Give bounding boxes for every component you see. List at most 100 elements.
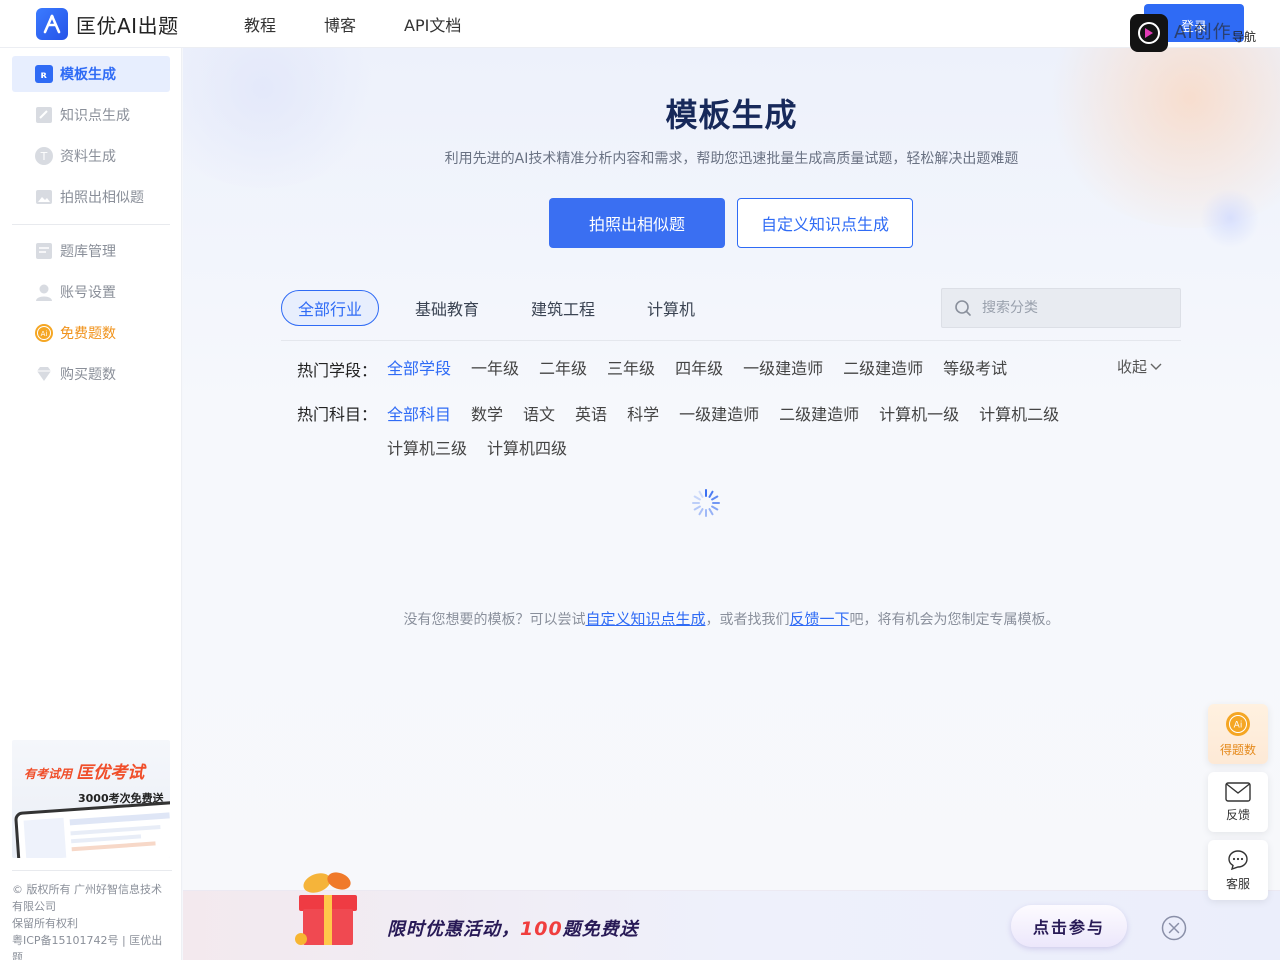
sidebar-item-question-bank[interactable]: 题库管理 (12, 233, 170, 269)
category-search[interactable] (941, 288, 1181, 328)
sidebar-item-label: 知识点生成 (60, 108, 130, 124)
rights-text: 保留所有权利 (12, 917, 78, 930)
copyright-text: © 版权所有 广州好智信息技术有限公司 (12, 883, 162, 913)
chat-icon (1228, 849, 1248, 870)
brand-name: 匡优AI出题 (76, 13, 179, 38)
stage-option[interactable]: 四年级 (675, 356, 723, 382)
mail-icon (1225, 781, 1251, 802)
close-icon[interactable] (1161, 915, 1187, 941)
subject-option[interactable]: 二级建造师 (779, 402, 859, 428)
subject-option[interactable]: 数学 (471, 402, 503, 428)
sidebar-item-label: 购买题数 (60, 367, 116, 383)
promo-text: 限时优惠活动，100题免费送 (387, 918, 639, 940)
exam-promo-card[interactable]: 有考试用 匡优考试 3000考次免费送 (12, 740, 170, 858)
subject-option[interactable]: 语文 (523, 402, 555, 428)
stage-option[interactable]: 全部学段 (387, 356, 451, 382)
sidebar-item-label: 免费题数 (60, 326, 116, 342)
main-content: 模板生成 利用先进的AI技术精准分析内容和需求，帮助您迅速批量生成高质量试题，轻… (183, 48, 1280, 960)
subject-options: 全部科目 数学 语文 英语 科学 一级建造师 二级建造师 计算机一级 计算机二级… (387, 402, 1087, 462)
user-icon (36, 284, 52, 301)
sidebar-item-knowledge[interactable]: 知识点生成 (12, 97, 170, 133)
sidebar: ʀ 模板生成 知识点生成 T 资料生成 拍照出相似题 题库管理 账号设置 Ai … (0, 48, 182, 960)
photo-similar-button[interactable]: 拍照出相似题 (549, 198, 725, 248)
subject-option[interactable]: 英语 (575, 402, 607, 428)
top-nav: 教程 博客 API文档 (244, 0, 461, 48)
tab-construction[interactable]: 建筑工程 (515, 290, 611, 326)
background-glow (1200, 188, 1260, 248)
filter-divider (281, 340, 1181, 341)
gift-box-icon (295, 872, 357, 945)
question-bank-icon (36, 243, 52, 259)
subject-filter-label: 热门科目： (297, 405, 378, 424)
sidebar-item-buy-quota[interactable]: 购买题数 (12, 356, 170, 392)
float-label: 客服 (1225, 876, 1250, 891)
svg-text:Ai: Ai (1234, 720, 1243, 730)
template-icon: ʀ (35, 65, 53, 83)
stage-filter: 热门学段： 全部学段 一年级 二年级 三年级 四年级 一级建造师 二级建造师 等… (297, 356, 1087, 382)
float-label: 得题数 (1219, 742, 1256, 757)
no-template-note: 没有您想要的模板？可以尝试自定义知识点生成，或者找我们反馈一下吧，将有机会为您制… (403, 610, 1060, 628)
page-title: 模板生成 (665, 96, 798, 134)
stage-option[interactable]: 一年级 (471, 356, 519, 382)
logo-icon (36, 8, 68, 40)
stage-options: 全部学段 一年级 二年级 三年级 四年级 一级建造师 二级建造师 等级考试 (387, 356, 1087, 382)
stage-option[interactable]: 一级建造师 (743, 356, 823, 382)
subject-option[interactable]: 计算机一级 (879, 402, 959, 428)
subject-filter: 热门科目： 全部科目 数学 语文 英语 科学 一级建造师 二级建造师 计算机一级… (297, 402, 1087, 462)
nav-api-docs[interactable]: API文档 (404, 12, 461, 36)
watermark-subtext: 导航 (1232, 30, 1257, 44)
nav-tutorial[interactable]: 教程 (244, 12, 276, 36)
sidebar-item-material[interactable]: T 资料生成 (12, 138, 170, 174)
subject-option[interactable]: 全部科目 (387, 402, 451, 428)
subject-option[interactable]: 计算机三级 (387, 436, 467, 462)
subject-option[interactable]: 一级建造师 (679, 402, 759, 428)
search-input[interactable] (982, 300, 1162, 316)
custom-knowledge-link[interactable]: 自定义知识点生成 (585, 610, 705, 628)
laptop-image (13, 799, 170, 858)
custom-knowledge-button[interactable]: 自定义知识点生成 (737, 198, 913, 248)
ai-coin-icon: Ai (1226, 711, 1250, 736)
icp-text[interactable]: 粤ICP备15101742号 | 匡优出题 (12, 932, 172, 960)
ai-coin-icon: Ai (35, 324, 53, 342)
sidebar-item-label: 账号设置 (60, 285, 116, 301)
sidebar-item-template[interactable]: ʀ 模板生成 (12, 56, 170, 92)
material-icon: T (35, 147, 53, 165)
top-bar: 匡优AI出题 教程 博客 API文档 登录 AI创作 导航 (0, 0, 1280, 52)
feedback-float-button[interactable]: 反馈 (1208, 772, 1268, 832)
sidebar-item-label: 题库管理 (60, 244, 116, 260)
subject-option[interactable]: 计算机四级 (487, 436, 567, 462)
sidebar-item-label: 拍照出相似题 (60, 190, 144, 206)
page-subtitle: 利用先进的AI技术精准分析内容和需求，帮助您迅速批量生成高质量试题，轻松解决出题… (444, 151, 1019, 167)
promo-banner: 限时优惠活动，100题免费送 点击参与 (183, 872, 1280, 960)
tab-all-industries[interactable]: 全部行业 (281, 290, 380, 326)
sidebar-item-label: 模板生成 (60, 67, 116, 83)
stage-filter-label: 热门学段： (297, 361, 378, 380)
sidebar-footer: © 版权所有 广州好智信息技术有限公司 保留所有权利 粤ICP备15101742… (12, 870, 172, 960)
sidebar-item-photo[interactable]: 拍照出相似题 (12, 179, 170, 215)
sidebar-item-label: 资料生成 (60, 149, 116, 165)
stage-option[interactable]: 三年级 (607, 356, 655, 382)
photo-icon (36, 190, 52, 204)
customer-service-float-button[interactable]: 客服 (1208, 840, 1268, 900)
stage-option[interactable]: 二年级 (539, 356, 587, 382)
tab-basic-education[interactable]: 基础教育 (399, 290, 495, 326)
float-label: 反馈 (1225, 807, 1250, 822)
tab-computer[interactable]: 计算机 (631, 290, 711, 326)
brand-logo[interactable]: 匡优AI出题 (36, 8, 179, 40)
subject-option[interactable]: 计算机二级 (979, 402, 1059, 428)
sidebar-item-account[interactable]: 账号设置 (12, 274, 170, 310)
join-promo-button[interactable]: 点击参与 (1011, 905, 1127, 947)
knowledge-icon (36, 107, 52, 123)
collapse-label: 收起 (1117, 358, 1148, 376)
stage-option[interactable]: 等级考试 (943, 356, 1007, 382)
sidebar-item-free-quota[interactable]: Ai 免费题数 (12, 315, 170, 351)
feedback-link[interactable]: 反馈一下 (790, 610, 850, 628)
subject-option[interactable]: 科学 (627, 402, 659, 428)
nav-blog[interactable]: 博客 (324, 12, 356, 36)
industry-tabs: 全部行业 基础教育 建筑工程 计算机 (281, 290, 711, 326)
watermark-badge-icon (1130, 14, 1168, 52)
chevron-down-icon (1150, 363, 1162, 370)
stage-option[interactable]: 二级建造师 (843, 356, 923, 382)
collapse-toggle[interactable]: 收起 (1117, 356, 1162, 377)
get-quota-float-button[interactable]: Ai 得题数 (1208, 704, 1268, 764)
